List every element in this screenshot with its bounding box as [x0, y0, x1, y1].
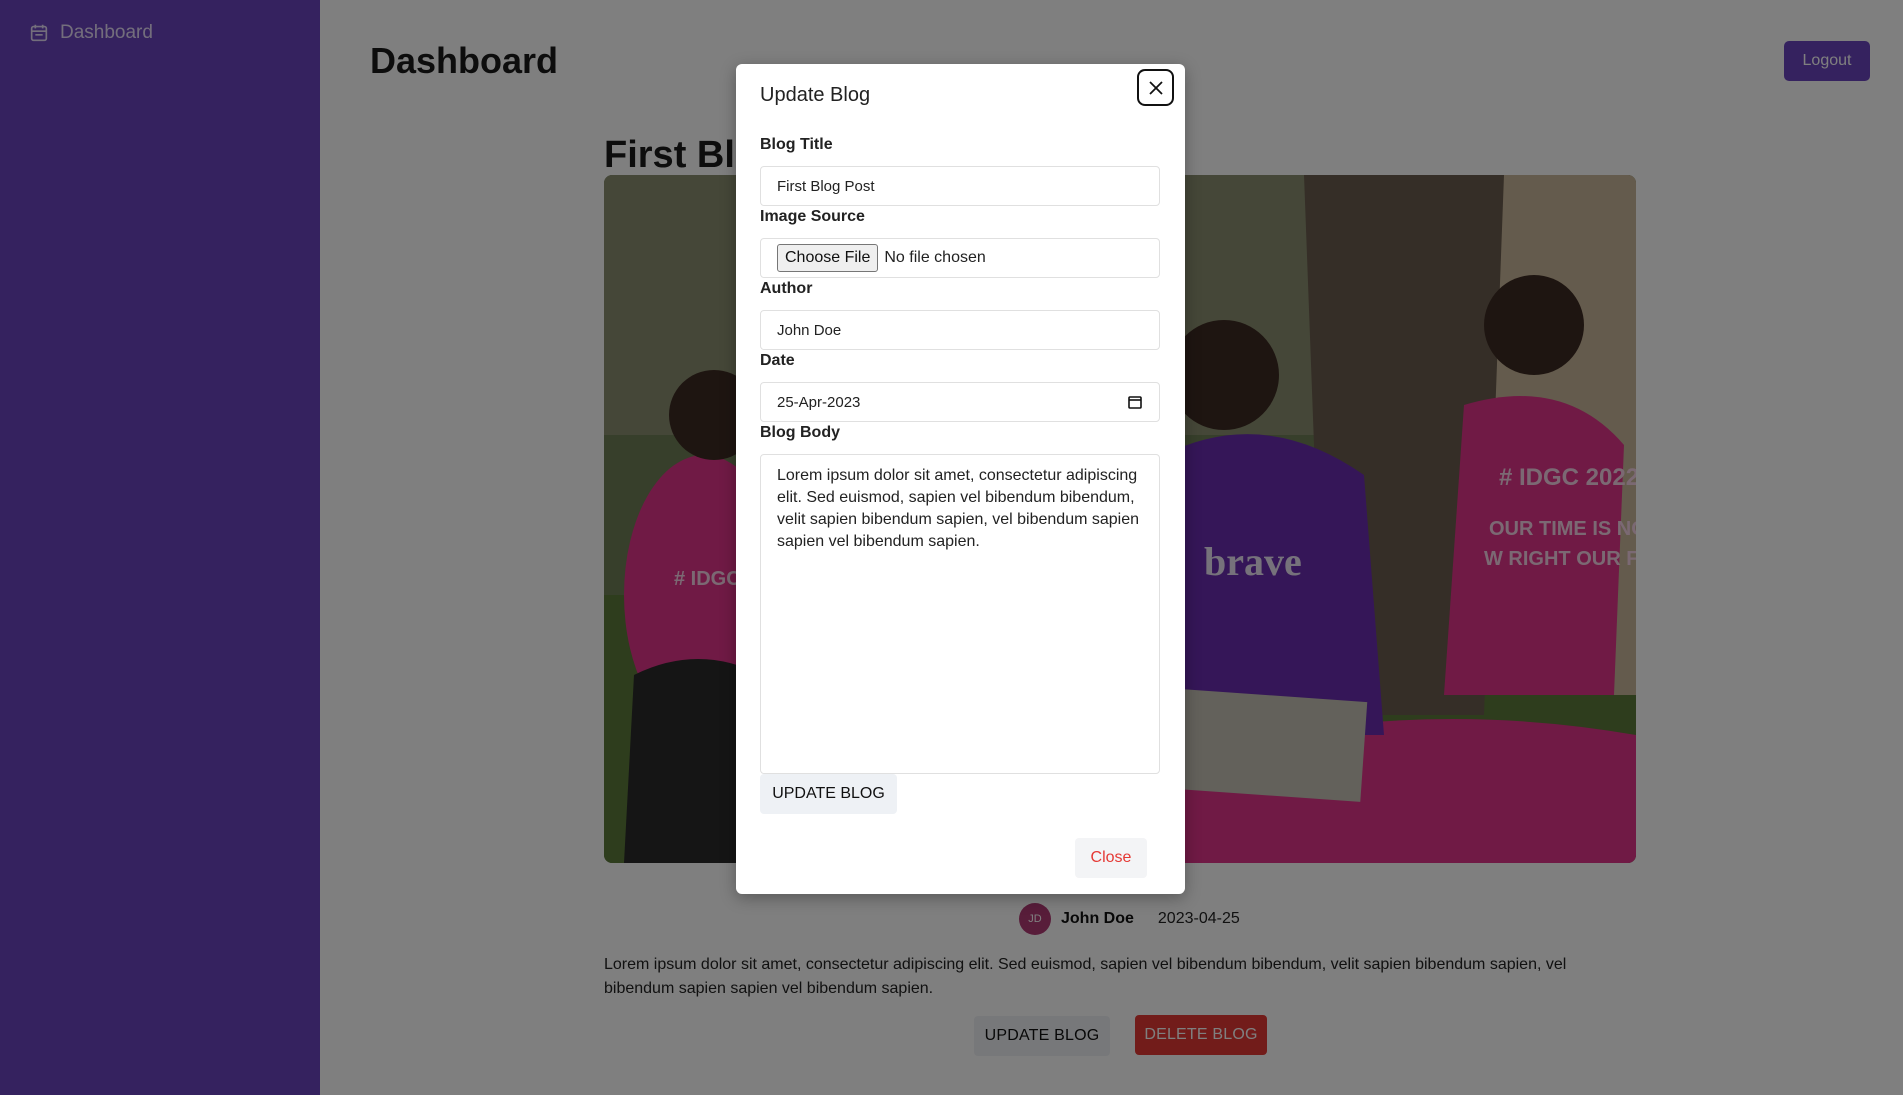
- close-icon[interactable]: [1137, 69, 1174, 106]
- blog-title-label: Blog Title: [760, 136, 833, 153]
- modal-close-button[interactable]: Close: [1075, 838, 1147, 878]
- image-source-label: Image Source: [760, 208, 865, 225]
- blog-body-textarea[interactable]: Lorem ipsum dolor sit amet, consectetur …: [760, 454, 1160, 774]
- date-value: 25-Apr-2023: [777, 393, 861, 411]
- author-label: Author: [760, 280, 813, 297]
- file-status: No file chosen: [884, 249, 986, 266]
- date-label: Date: [760, 352, 795, 369]
- choose-file-button[interactable]: Choose File: [777, 244, 879, 272]
- author-input[interactable]: John Doe: [760, 310, 1160, 350]
- date-input[interactable]: 25-Apr-2023: [760, 382, 1160, 422]
- update-blog-modal: Update Blog Blog Title First Blog Post I…: [736, 64, 1185, 894]
- blog-title-input[interactable]: First Blog Post: [760, 166, 1160, 206]
- blog-body-label: Blog Body: [760, 424, 840, 441]
- modal-update-blog-button[interactable]: UPDATE BLOG: [760, 774, 897, 814]
- modal-title: Update Blog: [760, 84, 871, 106]
- image-file-input[interactable]: Choose File No file chosen: [760, 238, 1160, 278]
- calendar-picker-icon[interactable]: [1127, 394, 1143, 410]
